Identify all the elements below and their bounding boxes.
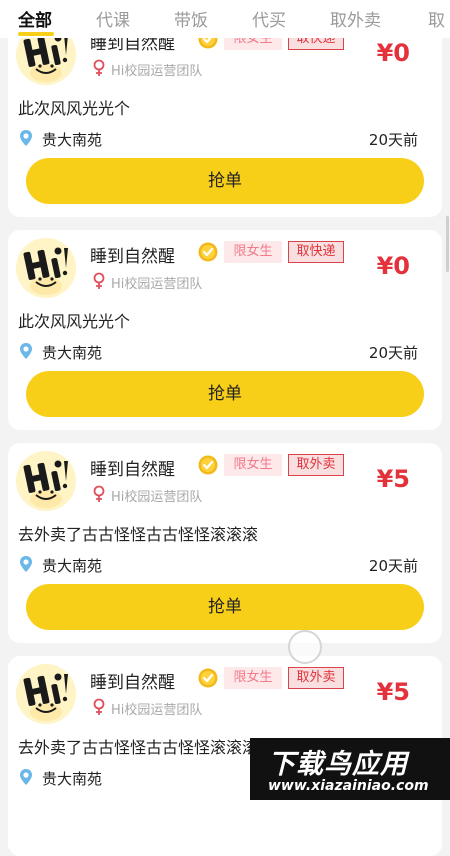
team-name: Hi校园运营团队 [111, 277, 203, 292]
order-card[interactable]: 睡到自然醒 限女生 取外卖 ¥5 Hi校园运营团队 去外卖了古古怪怪古古怪怪滚滚… [8, 443, 442, 643]
team-name: Hi校园运营团队 [111, 490, 203, 505]
team-name: Hi校园运营团队 [111, 703, 203, 718]
post-time: 20天前 [368, 131, 418, 149]
verified-badge-icon [198, 242, 218, 262]
gender-restriction-tag: 限女生 [224, 241, 282, 263]
category-tab-bar: 全部 代课 带饭 代买 取外卖 取 [0, 0, 450, 38]
location-pin-icon [20, 130, 32, 146]
gender-restriction-tag: 限女生 [224, 667, 282, 689]
location-text: 贵大南苑 [42, 770, 103, 788]
tab-pickup-truncated[interactable]: 取 [428, 6, 445, 31]
watermark-title: 下载鸟应用 [268, 749, 408, 780]
location-text: 贵大南苑 [42, 131, 103, 149]
floating-assistive-button[interactable] [288, 630, 322, 664]
order-description: 此次风风光光个 [18, 312, 131, 331]
order-type-tag: 取快递 [288, 241, 344, 263]
avatar[interactable] [16, 664, 76, 724]
avatar[interactable] [16, 451, 76, 511]
order-description: 此次风风光光个 [18, 99, 131, 118]
order-description: 去外卖了古古怪怪古古怪怪滚滚滚 [18, 738, 259, 757]
gender-restriction-tag: 限女生 [224, 454, 282, 476]
location-text: 贵大南苑 [42, 344, 103, 362]
user-name: 睡到自然醒 [90, 460, 175, 480]
tab-takeout-pickup[interactable]: 取外卖 [330, 6, 381, 31]
post-time: 20天前 [368, 344, 418, 362]
location-pin-icon [20, 769, 32, 785]
order-type-tag: 取外卖 [288, 454, 344, 476]
post-time: 20天前 [368, 557, 418, 575]
order-price: ¥5 [376, 465, 410, 493]
tab-all[interactable]: 全部 [18, 6, 52, 31]
tab-buy-for-me[interactable]: 代买 [252, 6, 286, 31]
order-type-tag: 取外卖 [288, 667, 344, 689]
user-name: 睡到自然醒 [90, 247, 175, 267]
grab-order-button[interactable]: 抢单 [26, 158, 424, 204]
location-pin-icon [20, 556, 32, 572]
order-card[interactable]: 睡到自然醒 限女生 取快递 ¥0 Hi校园运营团队 此次风风光光个 贵大南苑 2… [8, 17, 442, 217]
user-name: 睡到自然醒 [90, 673, 175, 693]
location-text: 贵大南苑 [42, 557, 103, 575]
female-icon [93, 272, 105, 289]
team-name: Hi校园运营团队 [111, 64, 203, 79]
order-feed[interactable]: 睡到自然醒 限女生 取快递 ¥0 Hi校园运营团队 此次风风光光个 贵大南苑 2… [0, 0, 450, 856]
order-card[interactable]: 睡到自然醒 限女生 取快递 ¥0 Hi校园运营团队 此次风风光光个 贵大南苑 2… [8, 230, 442, 430]
order-price: ¥0 [376, 252, 410, 280]
watermark-url: www.xiazainiao.com [268, 778, 429, 794]
female-icon [93, 485, 105, 502]
grab-order-button[interactable]: 抢单 [26, 584, 424, 630]
tab-substitute-class[interactable]: 代课 [96, 6, 130, 31]
grab-order-button[interactable]: 抢单 [26, 371, 424, 417]
avatar[interactable] [16, 238, 76, 298]
order-price: ¥0 [376, 39, 410, 67]
order-price: ¥5 [376, 678, 410, 706]
active-tab-indicator [18, 32, 54, 36]
order-description: 去外卖了古古怪怪古古怪怪滚滚滚 [18, 525, 259, 544]
tab-bring-meal[interactable]: 带饭 [174, 6, 208, 31]
location-pin-icon [20, 343, 32, 359]
verified-badge-icon [198, 668, 218, 688]
scrollbar-thumb[interactable] [446, 216, 449, 272]
verified-badge-icon [198, 455, 218, 475]
female-icon [93, 698, 105, 715]
site-watermark: 下载鸟应用 www.xiazainiao.com [250, 738, 450, 800]
female-icon [93, 59, 105, 76]
